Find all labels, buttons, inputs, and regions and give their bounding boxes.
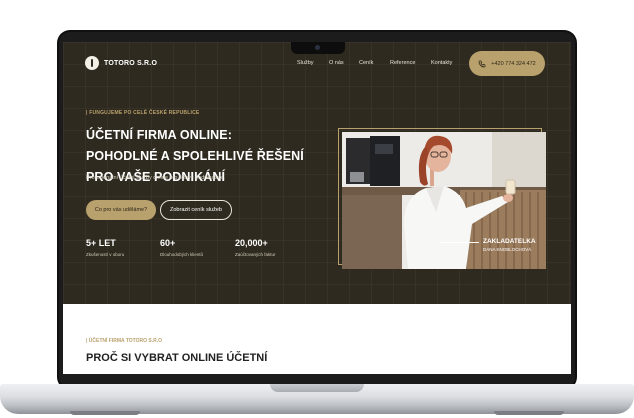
brand-name: TOTORO S.R.O (104, 59, 158, 67)
stat-label: Zaúčtovaných faktur (235, 252, 276, 257)
hero-section: TOTORO S.R.O Služby O nás Ceník Referenc… (63, 42, 571, 304)
laptop-foot-left (70, 411, 140, 415)
nav-item-kontakty[interactable]: Kontakty (431, 60, 452, 66)
caption-line (439, 242, 479, 243)
section-title: PROČ SI VYBRAT ONLINE ÚČETNÍ (86, 352, 268, 364)
brand-logo[interactable]: TOTORO S.R.O (85, 56, 157, 70)
stat-invoices: 20,000+ Zaúčtovaných faktur (235, 238, 276, 257)
laptop-base-notch (270, 384, 364, 392)
nav-item-reference[interactable]: Reference (390, 60, 415, 66)
services-cta-button[interactable]: Co pro vás uděláme? (86, 200, 156, 220)
stat-value: 60+ (160, 238, 176, 248)
stat-label: Zkušeností v oboru (86, 252, 125, 257)
section-eyebrow: | ÚČETNÍ FIRMA TOTORO S.R.O (86, 338, 163, 344)
camera-icon (315, 45, 320, 50)
phone-button[interactable]: +420 774 324 472 (469, 51, 545, 76)
nav-item-sluzby[interactable]: Služby (297, 60, 314, 66)
stat-experience: 5+ LET Zkušeností v oboru (86, 238, 124, 257)
photo-caption-name: DANA KNOBLOCHOVÁ (483, 247, 532, 252)
laptop-screen: TOTORO S.R.O Služby O nás Ceník Referenc… (63, 42, 571, 374)
phone-icon (478, 60, 486, 67)
laptop-foot-right (494, 411, 564, 415)
logo-icon (85, 56, 99, 70)
phone-number: +420 774 324 472 (491, 60, 536, 67)
hero-subtitle: Profesionální účetní služby online pro f… (86, 175, 225, 181)
stat-clients: 60+ Dlouhodobých klientů (160, 238, 203, 257)
stat-value: 5+ LET (86, 238, 116, 248)
pricing-cta-button[interactable]: Zobrazit ceník služeb (160, 200, 232, 220)
nav-item-o-nas[interactable]: O nás (329, 60, 344, 66)
photo-caption-role: ZAKLADATELKA (483, 238, 536, 245)
nav-item-cenik[interactable]: Ceník (359, 60, 373, 66)
hero-eyebrow: | FUNGUJEME PO CELÉ ČESKÉ REPUBLICE (86, 110, 200, 116)
stat-label: Dlouhodobých klientů (160, 252, 204, 257)
photo-caption: ZAKLADATELKA DANA KNOBLOCHOVÁ (483, 238, 536, 252)
stat-value: 20,000+ (235, 238, 268, 248)
